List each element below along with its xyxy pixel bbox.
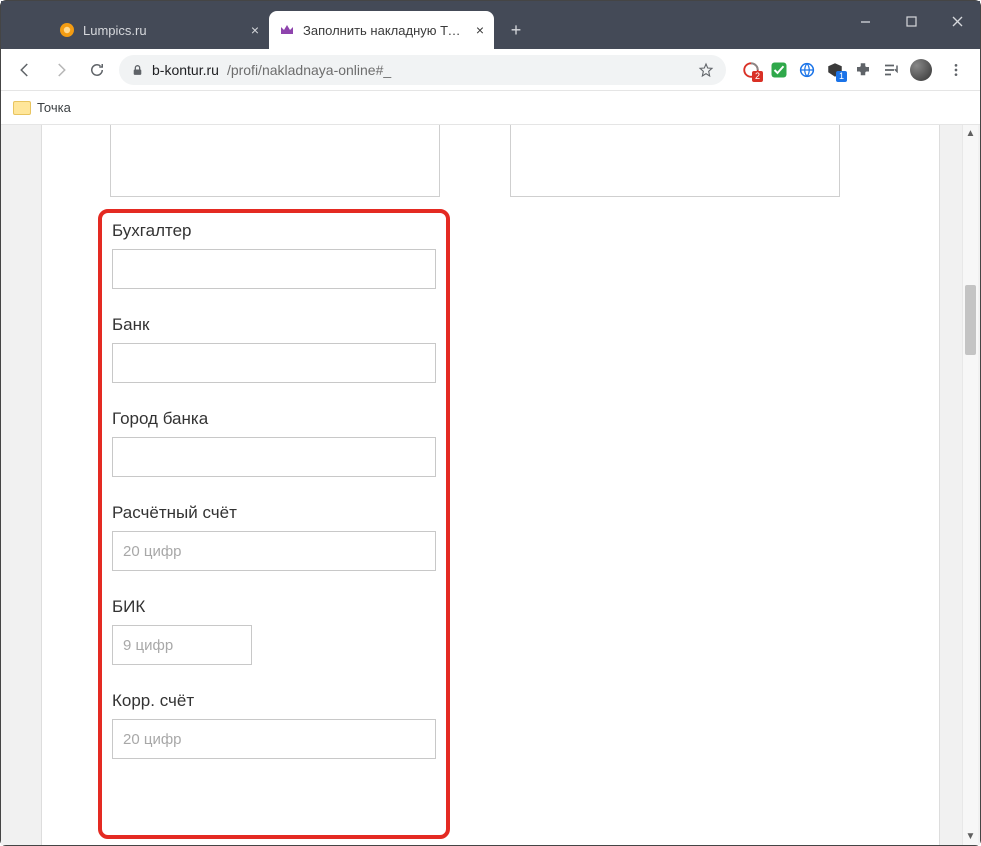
label-corr: Корр. счёт — [112, 691, 436, 711]
tab-lumpics[interactable]: Lumpics.ru × — [49, 11, 269, 49]
scroll-thumb[interactable] — [965, 285, 976, 355]
tab-nakladnaya[interactable]: Заполнить накладную ТОРГ-12 × — [269, 11, 494, 49]
profile-avatar[interactable] — [910, 59, 932, 81]
maximize-button[interactable] — [888, 1, 934, 41]
url-domain: b-kontur.ru — [152, 62, 219, 78]
url-path: /profi/nakladnaya-online#_ — [227, 62, 391, 78]
input-accountant[interactable] — [112, 249, 436, 289]
field-bank: Банк — [112, 315, 436, 383]
reading-list-icon[interactable] — [882, 61, 900, 79]
extensions-puzzle-icon[interactable] — [854, 61, 872, 79]
close-window-button[interactable] — [934, 1, 980, 41]
toolbar-right: 2 1 — [734, 56, 970, 84]
folder-icon — [13, 101, 31, 115]
field-accountant: Бухгалтер — [112, 221, 436, 289]
field-account: Расчётный счёт — [112, 503, 436, 571]
kebab-menu-icon[interactable] — [942, 56, 970, 84]
forward-button[interactable] — [47, 56, 75, 84]
vpn-extension-icon[interactable]: 1 — [826, 61, 844, 79]
minimize-button[interactable] — [842, 1, 888, 41]
input-bank[interactable] — [112, 343, 436, 383]
globe-extension-icon[interactable] — [798, 61, 816, 79]
left-column — [110, 125, 440, 197]
check-extension-icon[interactable] — [770, 61, 788, 79]
page-viewport: Бухгалтер Банк Город банка Расчётный счё… — [1, 125, 980, 845]
field-corr: Корр. счёт — [112, 691, 436, 759]
browser-titlebar: Lumpics.ru × Заполнить накладную ТОРГ-12… — [1, 1, 980, 49]
scroll-up-arrow[interactable]: ▲ — [963, 125, 978, 142]
favicon-crown-icon — [279, 22, 295, 38]
label-accountant: Бухгалтер — [112, 221, 436, 241]
omnibox[interactable]: b-kontur.ru/profi/nakladnaya-online#_ — [119, 55, 726, 85]
new-tab-button[interactable]: + — [502, 16, 530, 44]
lock-icon — [131, 63, 144, 77]
tab-close-icon[interactable]: × — [476, 22, 484, 38]
window-controls — [842, 1, 980, 41]
back-button[interactable] — [11, 56, 39, 84]
adblock-icon[interactable]: 2 — [742, 61, 760, 79]
favicon-lumpics — [59, 22, 75, 38]
textarea-above-right[interactable] — [510, 125, 840, 197]
bookmarks-bar: Точка — [1, 91, 980, 125]
input-bik[interactable] — [112, 625, 252, 665]
input-bank-city[interactable] — [112, 437, 436, 477]
address-bar: b-kontur.ru/profi/nakladnaya-online#_ 2 … — [1, 49, 980, 91]
field-bik: БИК — [112, 597, 436, 665]
input-account[interactable] — [112, 531, 436, 571]
right-column — [510, 125, 840, 197]
adblock-badge: 2 — [752, 71, 763, 82]
label-account: Расчётный счёт — [112, 503, 436, 523]
star-icon[interactable] — [698, 62, 714, 78]
scroll-down-arrow[interactable]: ▼ — [963, 828, 978, 845]
page-content: Бухгалтер Банк Город банка Расчётный счё… — [41, 125, 940, 845]
tab-title: Lumpics.ru — [83, 23, 245, 38]
textarea-above-left[interactable] — [110, 125, 440, 197]
label-bank: Банк — [112, 315, 436, 335]
vertical-scrollbar[interactable]: ▲ ▼ — [962, 125, 978, 845]
field-bank-city: Город банка — [112, 409, 436, 477]
bank-details-form: Бухгалтер Банк Город банка Расчётный счё… — [112, 221, 436, 785]
vpn-badge: 1 — [836, 71, 847, 82]
label-bik: БИК — [112, 597, 436, 617]
tab-close-icon[interactable]: × — [251, 22, 259, 38]
tab-title: Заполнить накладную ТОРГ-12 — [303, 23, 470, 38]
bookmark-tochka[interactable]: Точка — [37, 100, 71, 115]
reload-button[interactable] — [83, 56, 111, 84]
label-bank-city: Город банка — [112, 409, 436, 429]
input-corr[interactable] — [112, 719, 436, 759]
